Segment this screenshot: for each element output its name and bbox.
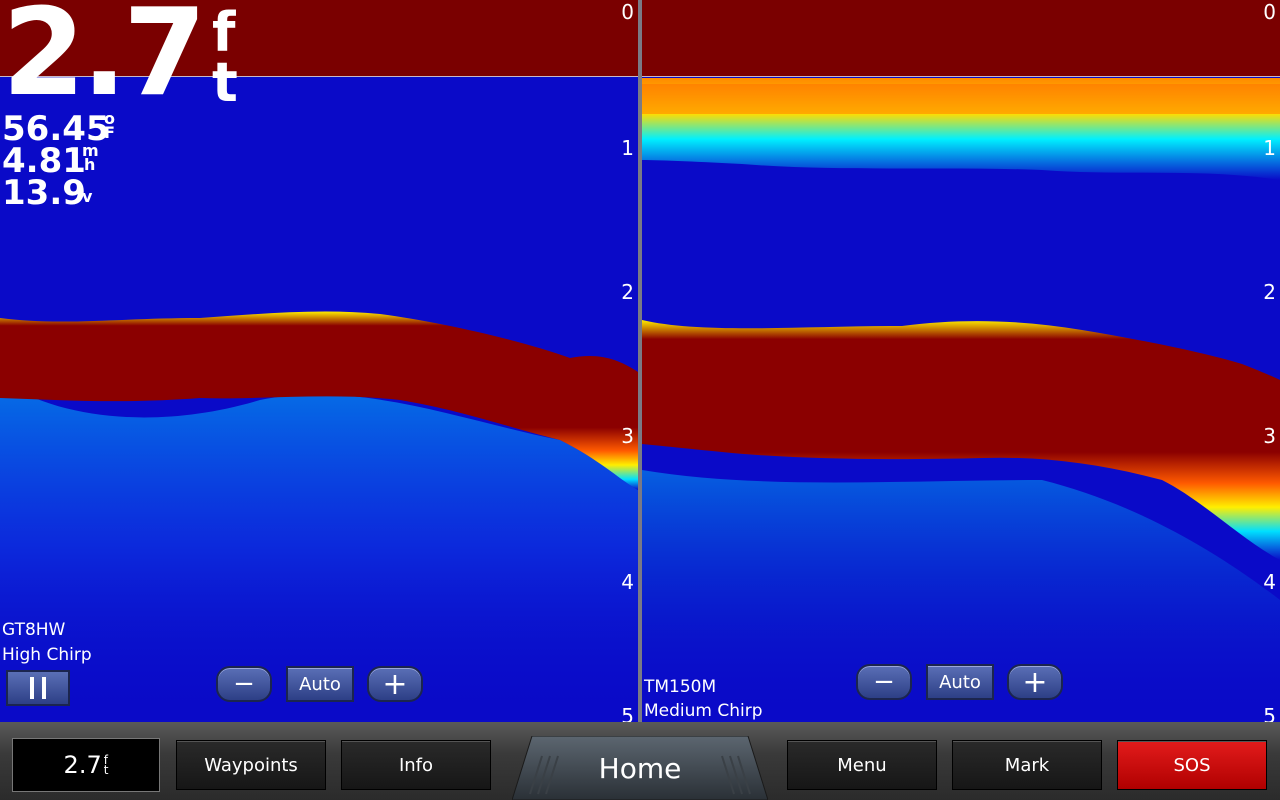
right-depth-scale-5: 5 [1263,704,1276,722]
left-depth-scale-5: 5 [621,704,634,722]
speed-unit-h: h [84,155,96,174]
right-depth-scale-2: 2 [1263,280,1276,304]
voltage-readout: 13.9 [2,173,86,213]
right-transducer-name: TM150M [644,677,717,697]
right-depth-scale-0: 0 [1263,0,1276,24]
right-zoom-out-button[interactable]: − [856,664,912,700]
bottom-depth-value: 2.7 [63,751,102,779]
left-depth-scale-3: 3 [621,424,634,448]
right-depth-scale-3: 3 [1263,424,1276,448]
mark-button[interactable]: Mark [952,740,1102,790]
left-frequency-label: High Chirp [2,645,92,665]
pause-icon-bar-right [42,677,46,699]
surface-clutter [642,0,1280,77]
left-zoom-out-button[interactable]: − [216,666,272,702]
left-depth-scale-2: 2 [621,280,634,304]
right-zoom-in-button[interactable]: + [1007,664,1063,700]
bottom-depth-unit-t: t [103,763,109,777]
sos-button[interactable]: SOS [1117,740,1267,790]
left-transducer-name: GT8HW [2,620,66,640]
bottom-nav-bar: 2.7 f t Waypoints Info Home Menu Mark SO… [0,722,1280,800]
bottom-depth-readout[interactable]: 2.7 f t [12,738,160,792]
depth-unit-f: f [212,1,236,64]
menu-button[interactable]: Menu [787,740,937,790]
right-sonar-panel[interactable]: 0 1 2 3 4 5 − Auto + TM150M Medium Chirp [642,0,1280,722]
surface-line [642,76,1280,77]
pause-button[interactable] [6,670,70,706]
home-label: Home [598,751,682,785]
bottom-depth-unit: f t [103,754,109,777]
water-temp-unit-f: F [104,123,115,142]
right-zoom-auto-button[interactable]: Auto [926,664,994,700]
right-depth-scale-4: 4 [1263,570,1276,594]
depth-unit-t: t [212,51,238,114]
voltage-unit: v [82,187,93,206]
left-depth-scale-4: 4 [621,570,634,594]
left-depth-scale-0: 0 [621,0,634,24]
waypoints-button[interactable]: Waypoints [176,740,326,790]
left-zoom-in-button[interactable]: + [367,666,423,702]
home-button[interactable]: Home [512,736,768,800]
depth-readout: 2.7 [2,0,207,123]
right-depth-scale-1: 1 [1263,136,1276,160]
left-sonar-panel[interactable]: 2.7 f t 56.45 o F 4.81 m h 13.9 v 0 1 2 … [0,0,638,722]
pause-icon-bar-left [30,677,34,699]
right-sonar-display [642,0,1280,722]
left-zoom-auto-button[interactable]: Auto [286,666,354,702]
surface-return-core [642,84,1280,114]
right-frequency-label: Medium Chirp [644,701,763,721]
left-depth-scale-1: 1 [621,136,634,160]
info-button[interactable]: Info [341,740,491,790]
